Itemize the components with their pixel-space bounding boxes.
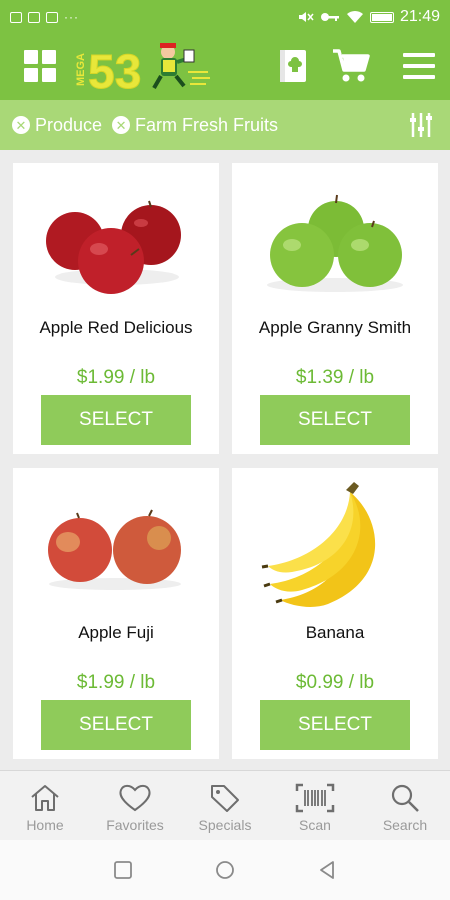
app-header: MEGA 53 [0,34,450,100]
battery-icon [369,11,394,23]
product-image-green-apples[interactable] [232,173,438,313]
select-button[interactable]: SELECT [260,700,410,750]
product-name: Apple Granny Smith [258,318,412,337]
product-card[interactable]: Apple Granny Smith $1.39 / lb SELECT [232,163,438,454]
notification-icons: ··· [10,10,79,24]
remove-filter-icon[interactable]: ✕ [112,116,131,134]
calendar-icon [28,11,40,23]
nav-scan[interactable]: Scan [270,771,360,840]
clock: 21:49 [399,8,440,25]
notification-icon [10,11,22,23]
recent-apps-icon[interactable] [112,859,134,881]
nav-label: Specials [198,817,252,833]
product-card[interactable]: Apple Fuji $1.99 / lb SELECT [13,468,219,759]
heart-icon [119,784,151,812]
nav-search[interactable]: Search [360,771,450,840]
select-button[interactable]: SELECT [41,395,191,445]
logo-number-text: 53 [88,46,141,96]
product-price: $1.99 / lb [76,672,156,693]
product-card[interactable]: Banana $0.99 / lb SELECT [232,468,438,759]
filter-chip-label: Produce [35,114,103,135]
product-name: Apple Red Delicious [39,318,193,337]
android-nav-bar [0,840,450,900]
nav-label: Search [382,817,428,833]
filter-chip-label: Farm Fresh Fruits [135,114,279,135]
filter-bar: ✕ Produce ✕ Farm Fresh Fruits [0,100,450,150]
notebook-icon[interactable] [278,49,308,83]
select-button[interactable]: SELECT [41,700,191,750]
nav-label: Scan [299,817,331,833]
cart-icon[interactable] [332,48,370,84]
key-icon [320,13,339,21]
home-circle-icon[interactable] [214,859,236,881]
product-name: Apple Fuji [78,623,154,642]
product-price: $1.39 / lb [295,367,375,388]
filter-settings-icon[interactable] [408,112,434,138]
tag-icon [211,785,239,812]
remove-filter-icon[interactable]: ✕ [12,116,30,134]
filter-chip-farm-fresh-fruits[interactable]: ✕ Farm Fresh Fruits [112,115,278,136]
mute-icon [298,12,314,22]
nav-label: Favorites [106,817,164,833]
nav-home[interactable]: Home [0,771,90,840]
logo-mascot [152,43,210,90]
product-image-fuji-apples[interactable] [13,478,219,618]
wifi-icon [346,10,363,23]
status-bar: ··· 21:49 [0,0,450,34]
product-name: Banana [305,623,365,642]
product-image-bananas[interactable] [232,478,438,618]
product-card[interactable]: Apple Red Delicious $1.99 / lb SELECT [13,163,219,454]
message-icon [46,11,58,23]
search-icon [391,784,419,812]
filter-chip-produce[interactable]: ✕ Produce [12,115,102,136]
bottom-nav: Home Favorites Specials Scan Search [0,770,450,840]
product-price: $0.99 / lb [295,672,375,693]
product-image-red-apples[interactable] [13,173,219,313]
store-logo[interactable]: MEGA 53 [75,38,216,100]
hamburger-menu-icon[interactable] [403,53,435,79]
nav-label: Home [26,817,64,833]
back-icon[interactable] [316,859,338,881]
more-notifications-icon: ··· [64,10,79,24]
nav-specials[interactable]: Specials [180,771,270,840]
product-price: $1.99 / lb [76,367,156,388]
select-button[interactable]: SELECT [260,395,410,445]
system-icons: 21:49 [298,8,440,26]
logo-mega-text: MEGA [76,53,87,86]
nav-favorites[interactable]: Favorites [90,771,180,840]
barcode-icon [295,783,335,813]
home-icon [31,785,59,811]
menu-grid-icon[interactable] [24,50,56,82]
